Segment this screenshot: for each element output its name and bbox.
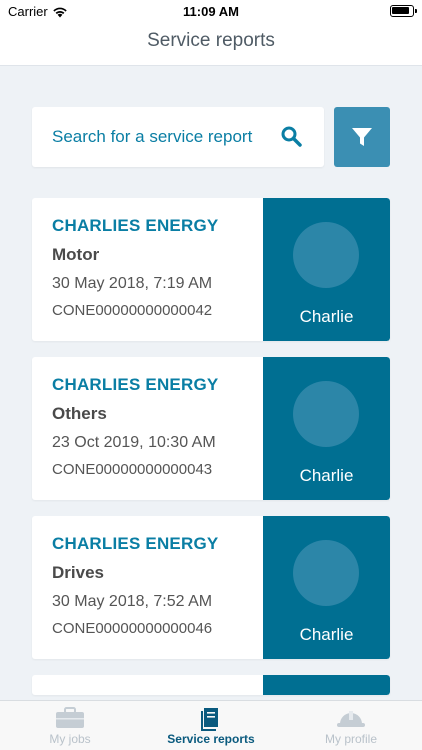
- page-title: Service reports: [147, 30, 275, 51]
- avatar: [293, 540, 359, 606]
- search-icon[interactable]: [280, 125, 304, 149]
- engineer-name: Charlie: [299, 466, 354, 485]
- report-company: CHARLIES ENERGY: [52, 375, 219, 394]
- avatar: [293, 381, 359, 447]
- filter-icon: [352, 128, 372, 146]
- tab-label: Service reports: [167, 732, 255, 746]
- hard-hat-icon: [337, 711, 365, 727]
- engineer-panel: [263, 675, 390, 695]
- engineer-name: Charlie: [299, 625, 354, 644]
- report-reference: CONE00000000000046: [52, 620, 213, 637]
- report-date: 30 May 2018, 7:19 AM: [52, 275, 213, 292]
- engineer-panel: Charlie: [263, 357, 390, 500]
- report-card-partial[interactable]: [32, 675, 390, 695]
- report-reference: CONE00000000000043: [52, 461, 213, 478]
- document-icon: [201, 708, 218, 731]
- battery-icon: [390, 5, 417, 17]
- report-card[interactable]: CHARLIES ENERGY Drives 30 May 2018, 7:52…: [32, 516, 390, 659]
- tab-label: My jobs: [49, 732, 91, 746]
- engineer-name: Charlie: [299, 307, 354, 326]
- briefcase-icon: [56, 707, 84, 728]
- report-date: 30 May 2018, 7:52 AM: [52, 593, 213, 610]
- engineer-panel: Charlie: [263, 198, 390, 341]
- report-reference: CONE00000000000042: [52, 302, 213, 319]
- avatar: [293, 222, 359, 288]
- tab-service-reports[interactable]: Service reports: [160, 701, 262, 750]
- report-company: CHARLIES ENERGY: [52, 216, 219, 235]
- tab-my-jobs[interactable]: My jobs: [30, 701, 110, 750]
- search-placeholder: Search for a service report: [52, 127, 253, 146]
- tab-bar: My jobs Service reports My profile: [0, 700, 422, 750]
- status-bar: Carrier 11:09 AM: [0, 0, 422, 22]
- report-date: 23 Oct 2019, 10:30 AM: [52, 434, 216, 451]
- report-category: Drives: [52, 563, 104, 582]
- report-card[interactable]: CHARLIES ENERGY Motor 30 May 2018, 7:19 …: [32, 198, 390, 341]
- report-company: CHARLIES ENERGY: [52, 534, 219, 553]
- navigation-bar: Service reports: [0, 22, 422, 66]
- report-category: Motor: [52, 245, 100, 264]
- tab-my-profile[interactable]: My profile: [310, 701, 392, 750]
- tab-label: My profile: [324, 732, 377, 746]
- report-category: Others: [52, 404, 107, 423]
- search-input[interactable]: Search for a service report: [32, 107, 324, 167]
- report-card[interactable]: CHARLIES ENERGY Others 23 Oct 2019, 10:3…: [32, 357, 390, 500]
- service-report-list: CHARLIES ENERGY Motor 30 May 2018, 7:19 …: [32, 198, 390, 711]
- status-time: 11:09 AM: [183, 4, 239, 19]
- engineer-panel: Charlie: [263, 516, 390, 659]
- filter-button[interactable]: [334, 107, 390, 167]
